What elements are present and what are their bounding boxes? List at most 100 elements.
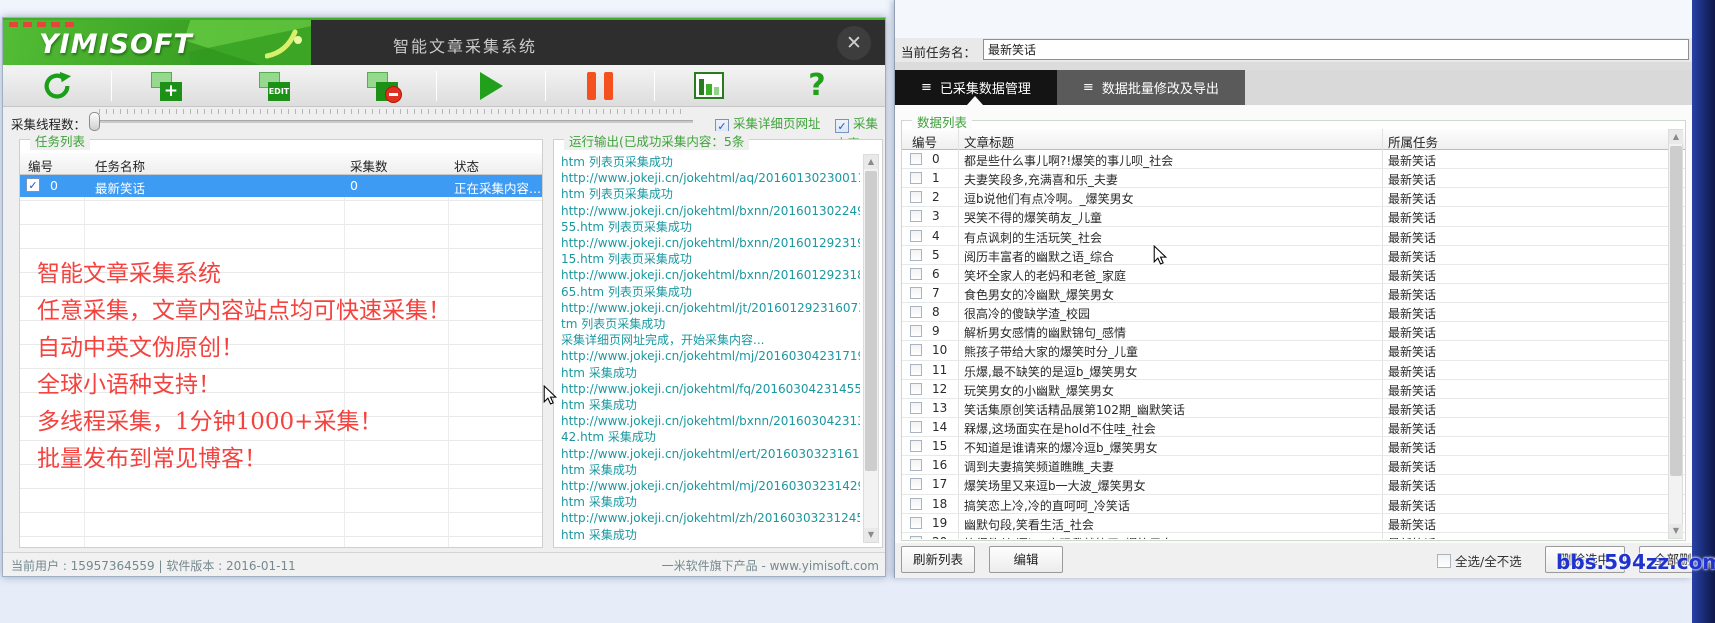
row-task: 最新笑话: [1388, 402, 1437, 417]
tab[interactable]: ≡ 数据批量修改及导出: [1056, 70, 1245, 105]
table-row[interactable]: 15 不知道是谁请来的爆冷逗b_爆笑男女 最新笑话: [902, 437, 1685, 457]
row-checkbox[interactable]: [910, 210, 922, 223]
current-task-row: 当前任务名：: [895, 38, 1692, 62]
tab[interactable]: ≡ 已采集数据管理: [895, 70, 1057, 105]
pause-icon[interactable]: [546, 67, 654, 105]
table-row[interactable]: 12 玩笑男女的小幽默_爆笑男女 最新笑话: [902, 380, 1685, 399]
thread-slider[interactable]: [93, 120, 693, 123]
table-row[interactable]: 16 调到夫妻搞笑频道瞧瞧_夫妻 最新笑话: [902, 456, 1685, 476]
row-checkbox[interactable]: [910, 229, 922, 242]
row-id: 7: [932, 285, 940, 300]
table-row[interactable]: 2 逗b说他们有点冷啊。_爆笑男女 最新笑话: [902, 188, 1685, 208]
table-row[interactable]: 10 熊孩子带给大家的爆笑时分_儿童 最新笑话: [902, 341, 1685, 361]
close-icon[interactable]: ✕: [837, 26, 871, 60]
task-row-selected[interactable]: ✓ 0 最新笑话 0 正在采集内容...: [20, 175, 542, 197]
row-checkbox[interactable]: [910, 440, 922, 453]
row-checkbox[interactable]: [910, 420, 922, 433]
checkbox-detail-url[interactable]: ✓ 采集详细页网址: [715, 113, 821, 133]
logo-swoosh-icon: [265, 29, 302, 59]
row-checkbox-checked[interactable]: ✓: [26, 178, 40, 192]
table-row[interactable]: 3 哭笑不得的爆笑萌友_儿童 最新笑话: [902, 207, 1685, 227]
row-title: 不知道是谁请来的爆冷逗b_爆笑男女: [964, 441, 1158, 456]
row-checkbox[interactable]: [910, 363, 922, 376]
row-checkbox[interactable]: [910, 401, 922, 414]
log-line: 42.htm 采集成功: [561, 430, 656, 445]
checkbox-checked-icon[interactable]: ✓: [835, 119, 849, 133]
table-row[interactable]: 8 很高冷的傻缺学渣_校园 最新笑话: [902, 303, 1685, 323]
scroll-up-icon[interactable]: ▲: [864, 155, 878, 169]
table-row[interactable]: 20 笑得简单,逗b，出现我就笑了_爆笑男女 最新笑话: [902, 533, 1685, 539]
row-task: 最新笑话: [1388, 383, 1437, 398]
start-icon[interactable]: [437, 67, 545, 105]
row-checkbox[interactable]: [910, 172, 922, 185]
log-line: htm 采集成功: [561, 462, 637, 477]
select-all-checkbox[interactable]: 全选/全不选: [1437, 551, 1522, 570]
row-checkbox[interactable]: [910, 344, 922, 357]
table-row[interactable]: 18 搞笑恋上冷,冷的直呵呵_冷笑话 最新笑话: [902, 495, 1685, 514]
table-row[interactable]: 7 食色男女的冷幽默_爆笑男女 最新笑话: [902, 284, 1685, 304]
edit-task-icon[interactable]: EDIT: [220, 67, 328, 105]
data-list-group: 数据列表 编号 文章标题 所属任务 0 都是些什么事儿啊?!爆笑的事儿呗_社会 …: [901, 112, 1686, 541]
scroll-thumb[interactable]: [1670, 146, 1682, 476]
log-line: http://www.jokeji.cn/jokehtml/aq/2016013…: [561, 171, 860, 186]
checkbox-unchecked-icon[interactable]: [1437, 554, 1451, 568]
yimisoft-logo: YIMISOFT: [3, 20, 311, 67]
scroll-down-icon[interactable]: ▼: [1669, 524, 1683, 538]
table-row[interactable]: 17 爆笑场里又来逗b一大波_爆笑男女 最新笑话: [902, 475, 1685, 495]
row-checkbox[interactable]: [910, 286, 922, 299]
row-id: 0: [932, 152, 940, 166]
table-scrollbar[interactable]: ▲ ▼: [1668, 129, 1683, 539]
help-icon[interactable]: ?: [763, 67, 871, 105]
run-output-title: 运行输出(已成功采集内容：5条: [564, 131, 750, 150]
table-row[interactable]: 1 夫妻笑段多,充满喜和乐_夫妻 最新笑话: [902, 169, 1685, 189]
row-checkbox[interactable]: [910, 497, 922, 510]
tab-bar: ≡ 已采集数据管理 ≡ 数据批量修改及导出: [895, 70, 1692, 105]
refresh-list-button[interactable]: 刷新列表: [901, 546, 975, 573]
row-task: 最新笑话: [1388, 230, 1437, 245]
table-row[interactable]: 9 解析男女感情的幽默锦句_感情 最新笑话: [902, 322, 1685, 342]
table-row[interactable]: 4 有点讽刺的生活玩笑_社会 最新笑话: [902, 227, 1685, 246]
row-checkbox[interactable]: [910, 459, 922, 472]
row-title: 逗b说他们有点冷啊。_爆笑男女: [964, 192, 1134, 207]
row-checkbox[interactable]: [910, 325, 922, 338]
statistics-icon[interactable]: [655, 67, 763, 105]
row-checkbox[interactable]: [910, 535, 922, 539]
row-id: 10: [932, 343, 948, 358]
table-row[interactable]: 19 幽默句段,笑看生活_社会 最新笑话: [902, 514, 1685, 533]
log-line: http://www.jokeji.cn/jokehtml/ert/201603…: [561, 446, 860, 461]
row-title: 夫妻笑段多,充满喜和乐_夫妻: [964, 173, 1118, 188]
row-id: 4: [932, 228, 940, 243]
toolbar: + EDIT ?: [3, 65, 885, 107]
slider-ticks: [99, 109, 687, 114]
add-task-icon[interactable]: +: [112, 67, 220, 105]
table-row[interactable]: 13 笑话集原创笑话精品展第102期_幽默笑话 最新笑话: [902, 399, 1685, 418]
table-row[interactable]: 14 槑爆,这场面实在是hold不住哇_社会 最新笑话: [902, 418, 1685, 438]
row-checkbox[interactable]: [910, 382, 922, 395]
row-task: 最新笑话: [1388, 460, 1437, 475]
table-row[interactable]: 5 阅历丰富者的幽默之语_综合 最新笑话: [902, 246, 1685, 265]
forum-watermark: bbs.594zz.com: [1556, 550, 1715, 574]
row-task: 最新笑话: [1388, 287, 1437, 302]
slider-thumb[interactable]: [89, 112, 100, 131]
current-task-input[interactable]: [983, 39, 1689, 60]
scroll-thumb[interactable]: [865, 171, 877, 471]
table-row[interactable]: 0 都是些什么事儿啊?!爆笑的事儿呗_社会 最新笑话: [902, 150, 1685, 170]
row-checkbox[interactable]: [910, 267, 922, 280]
refresh-icon[interactable]: [3, 67, 111, 105]
log-scrollbar[interactable]: ▲ ▼: [863, 154, 879, 543]
table-row[interactable]: 11 乐爆,最不缺笑的是逗b_爆笑男女 最新笑话: [902, 361, 1685, 380]
row-checkbox[interactable]: [910, 516, 922, 529]
scroll-up-icon[interactable]: ▲: [1669, 130, 1683, 144]
row-checkbox[interactable]: [910, 306, 922, 319]
row-title: 笑坏全家人的老妈和老爸_家庭: [964, 268, 1127, 283]
table-row[interactable]: 6 笑坏全家人的老妈和老爸_家庭 最新笑话: [902, 265, 1685, 284]
row-checkbox[interactable]: [910, 191, 922, 204]
edit-button[interactable]: 编辑: [989, 546, 1063, 573]
row-checkbox[interactable]: [910, 248, 922, 261]
row-title: 食色男女的冷幽默_爆笑男女: [964, 287, 1115, 302]
task-id: 0: [50, 178, 58, 193]
scroll-down-icon[interactable]: ▼: [864, 528, 878, 542]
row-checkbox[interactable]: [910, 153, 922, 165]
delete-task-icon[interactable]: [328, 67, 436, 105]
row-checkbox[interactable]: [910, 478, 922, 491]
